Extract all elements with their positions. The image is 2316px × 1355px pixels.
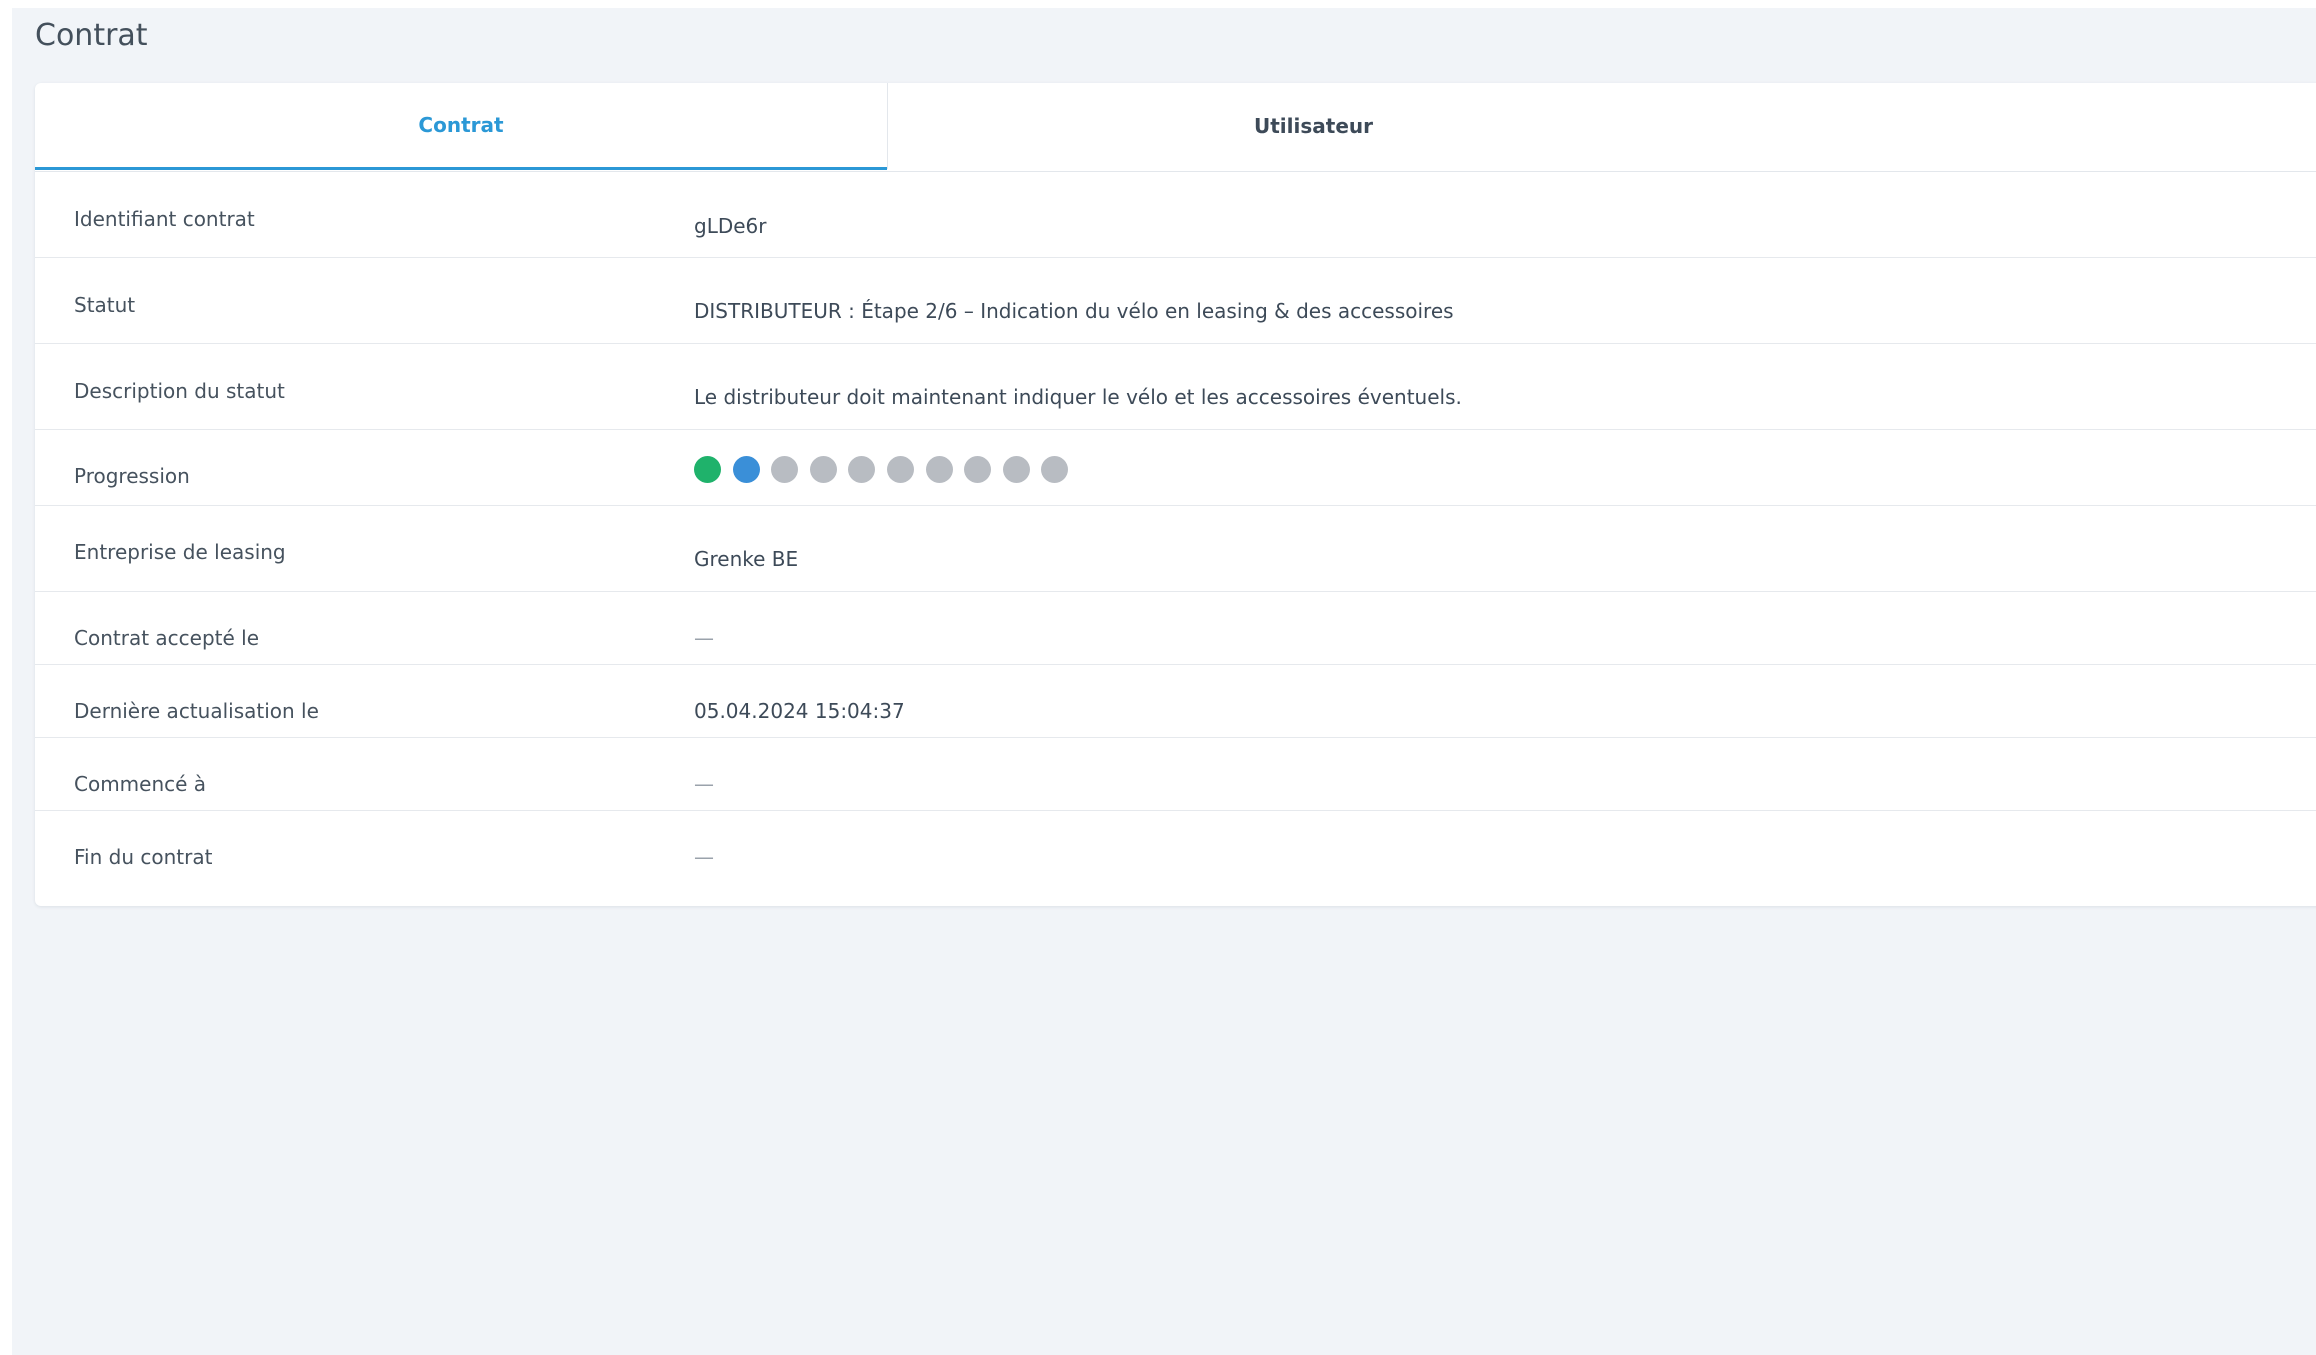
field-label: Progression — [74, 464, 190, 488]
progress-step-current — [732, 456, 760, 483]
progress-step-todo — [848, 456, 876, 483]
contract-card: Contrat Utilisateur Identifiant contrat … — [35, 83, 2316, 906]
field-label: Contrat accepté le — [74, 626, 260, 650]
leasing-company-value: Grenke BE — [694, 547, 799, 571]
progress-step-todo — [964, 456, 992, 483]
progress-step-todo — [809, 456, 837, 483]
row-contract-end: Fin du contrat — — [35, 811, 2316, 906]
row-contract-id: Identifiant contrat gLDe6r — [35, 171, 2316, 258]
row-started-at: Commencé à — — [35, 738, 2316, 811]
started-at-value: — — [694, 772, 714, 796]
field-label: Entreprise de leasing — [74, 540, 286, 564]
last-update-value: 05.04.2024 15:04:37 — [694, 699, 905, 723]
progress-step-todo — [771, 456, 799, 483]
row-progression: Progression — [35, 430, 2316, 506]
page-title: Contrat — [35, 18, 148, 53]
status-description-value: Le distributeur doit maintenant indiquer… — [694, 385, 1462, 409]
field-label: Commencé à — [74, 772, 207, 796]
field-label: Identifiant contrat — [74, 207, 255, 231]
row-accepted-on: Contrat accepté le — — [35, 592, 2316, 665]
tab-utilisateur[interactable]: Utilisateur — [887, 83, 1739, 169]
field-label: Statut — [74, 293, 136, 317]
row-leasing-company: Entreprise de leasing Grenke BE — [35, 506, 2316, 592]
row-last-update: Dernière actualisation le 05.04.2024 15:… — [35, 665, 2316, 738]
tab-bar: Contrat Utilisateur — [35, 83, 2316, 172]
progress-step-todo — [925, 456, 953, 483]
field-label: Dernière actualisation le — [74, 699, 319, 723]
progress-step-todo — [1002, 456, 1030, 483]
progress-step-todo — [886, 456, 914, 483]
status-value: DISTRIBUTEUR : Étape 2/6 – Indication du… — [694, 299, 1454, 323]
accepted-on-value: — — [694, 626, 714, 650]
row-status-description: Description du statut Le distributeur do… — [35, 344, 2316, 430]
row-status: Statut DISTRIBUTEUR : Étape 2/6 – Indica… — [35, 258, 2316, 344]
progress-step-done — [694, 456, 721, 483]
contract-id-value: gLDe6r — [694, 214, 767, 238]
progress-steps — [694, 456, 1080, 483]
field-label: Description du statut — [74, 379, 285, 403]
contract-end-value: — — [694, 845, 714, 869]
progress-step-todo — [1041, 456, 1069, 483]
tab-contrat[interactable]: Contrat — [35, 83, 887, 170]
field-label: Fin du contrat — [74, 845, 213, 869]
